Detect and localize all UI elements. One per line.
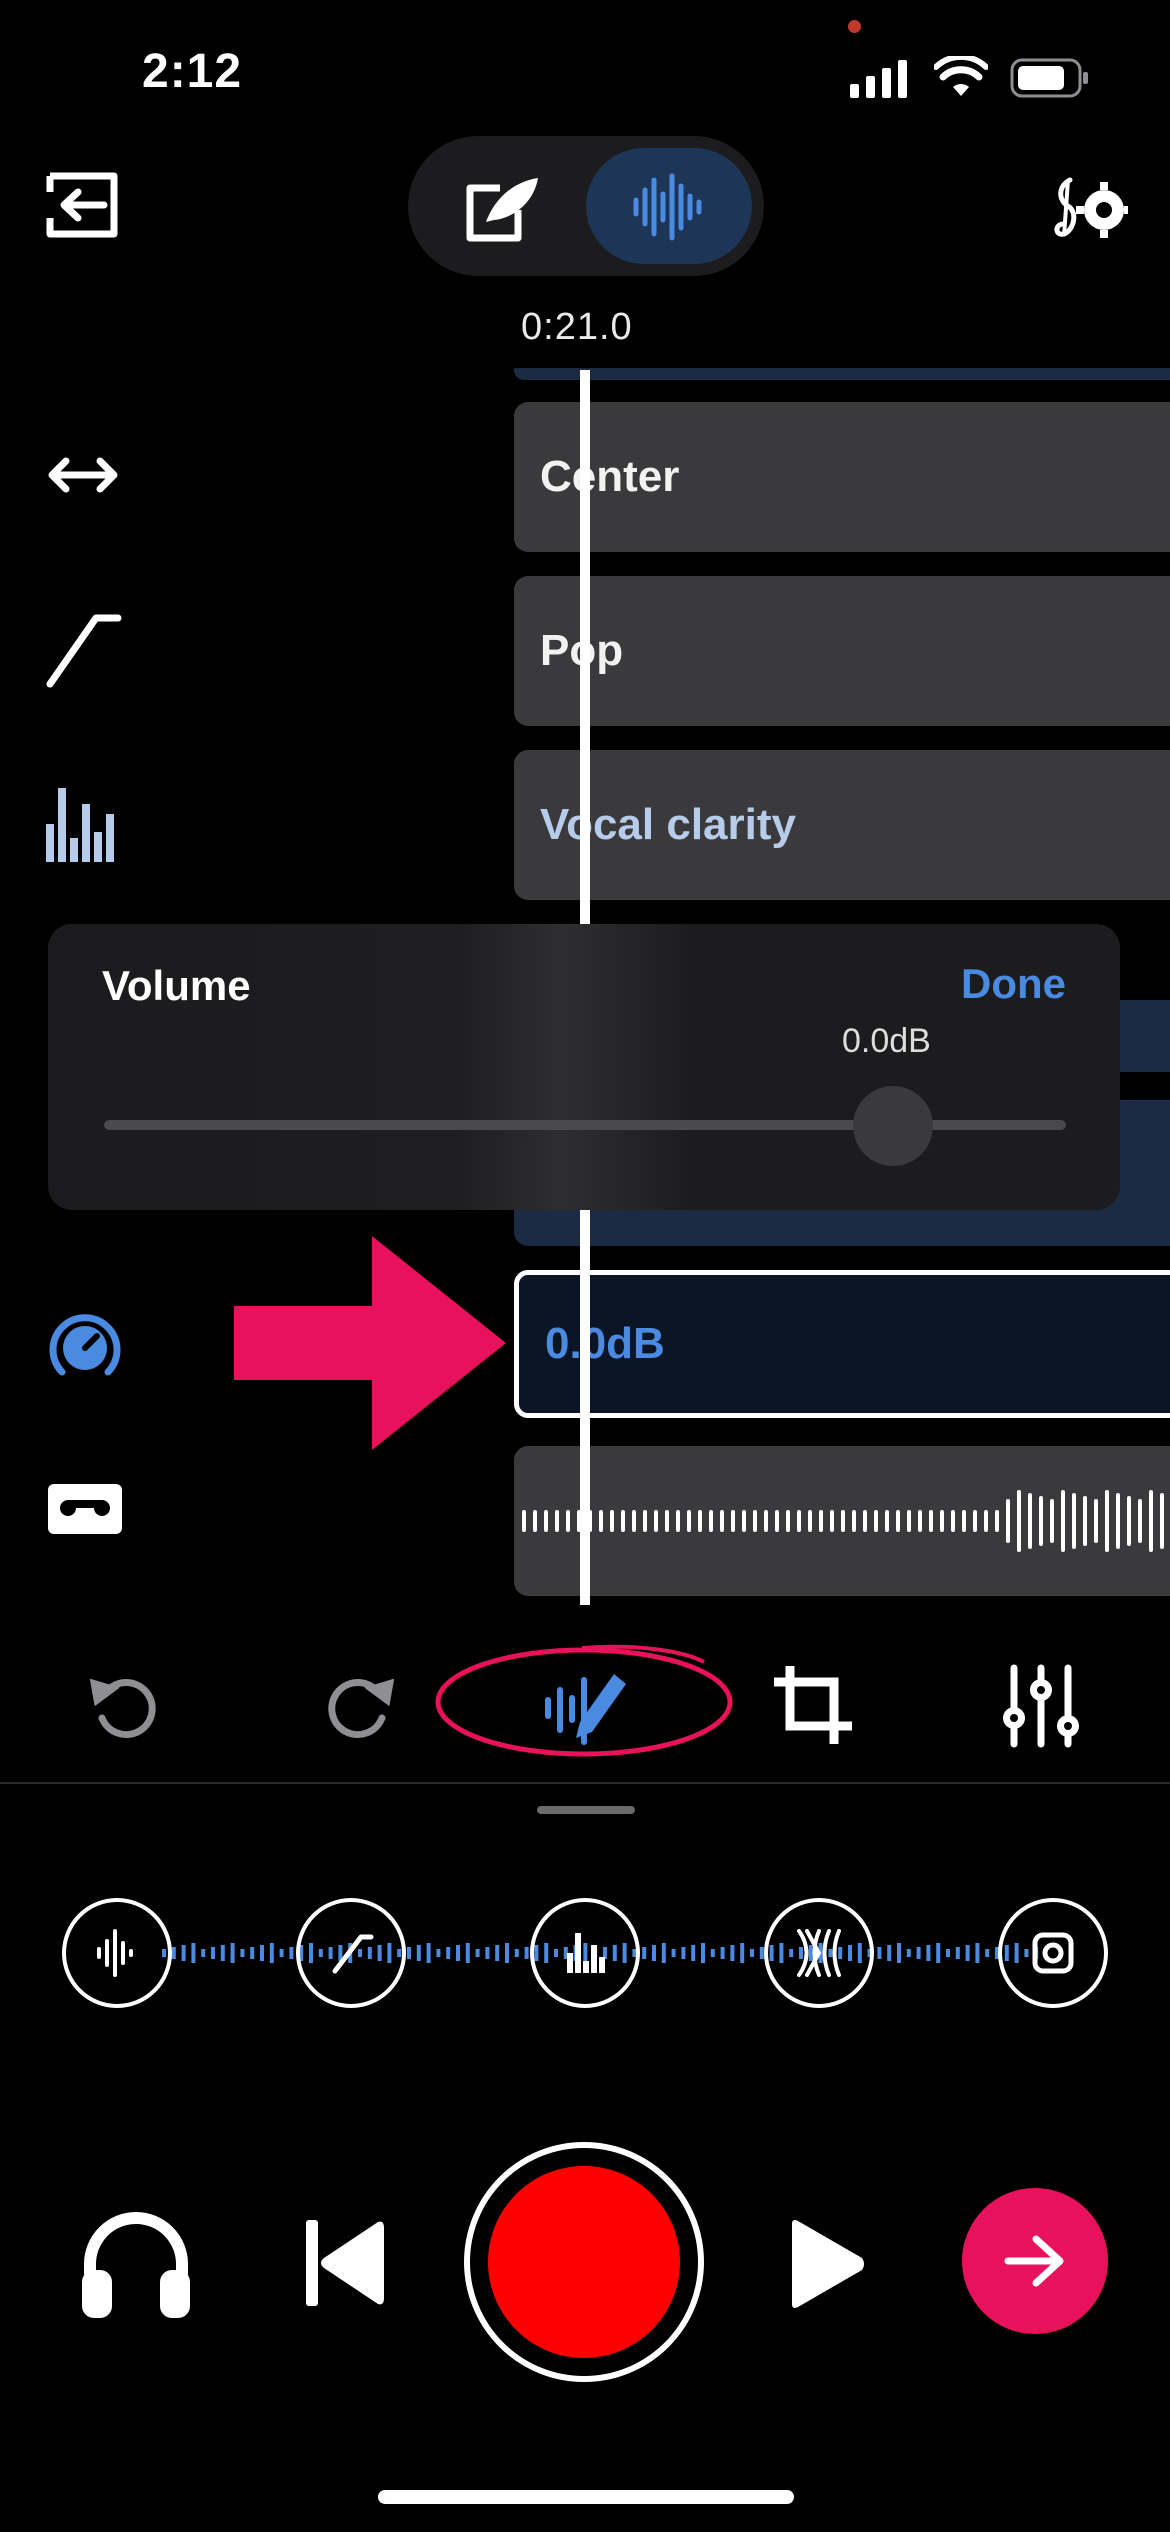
compressor-curve-icon[interactable]: [44, 610, 122, 688]
fx-limiter-button[interactable]: [998, 1898, 1108, 2008]
record-icon[interactable]: [488, 2166, 680, 2358]
volume-slider-thumb[interactable]: [852, 1086, 933, 1166]
track-volume-selected[interactable]: 0.0dB: [514, 1270, 1170, 1418]
volume-popup: Volume Done 0.0dB: [48, 924, 1120, 1210]
mixer-sliders-icon[interactable]: [996, 1660, 1086, 1750]
skip-back-icon[interactable]: [306, 2218, 384, 2308]
annotation-circle: [435, 1644, 733, 1757]
panel-divider: [0, 1782, 1170, 1784]
play-icon[interactable]: [786, 2218, 866, 2310]
recording-indicator-dot: [848, 20, 861, 33]
popup-title: Volume: [102, 962, 251, 1009]
fx-reverb-button[interactable]: [764, 1898, 874, 2008]
wifi-icon: [934, 56, 988, 96]
playhead-timecode: 0:21.0: [521, 306, 633, 348]
headphones-icon[interactable]: [78, 2206, 194, 2320]
limiter-icon: [1032, 1932, 1074, 1974]
cellular-signal-icon: [850, 60, 907, 98]
fx-noise-gate-button[interactable]: [62, 1898, 172, 2008]
compressor-icon: [332, 1934, 374, 1974]
home-indicator: [378, 2490, 794, 2504]
noise-gate-icon: [97, 1929, 133, 1977]
crop-icon[interactable]: [768, 1660, 858, 1750]
track-audio-recording[interactable]: [514, 1446, 1170, 1596]
track-label: Vocal clarity: [540, 800, 796, 849]
sheet-grabber[interactable]: [537, 1806, 635, 1814]
track-eq[interactable]: Vocal clarity: [514, 750, 1170, 900]
track-compressor[interactable]: Pop: [514, 576, 1170, 726]
music-settings-icon[interactable]: [1050, 176, 1128, 240]
fx-eq-button[interactable]: [530, 1898, 640, 2008]
next-button[interactable]: [962, 2188, 1108, 2334]
exit-icon[interactable]: [46, 172, 118, 238]
annotation-arrow: [234, 1236, 506, 1450]
track-label: 0.0dB: [545, 1319, 665, 1368]
done-button[interactable]: Done: [961, 960, 1066, 1008]
battery-icon: [1010, 58, 1088, 98]
tape-icon[interactable]: [48, 1484, 122, 1534]
volume-value-label: 0.0dB: [842, 1022, 931, 1060]
reverb-icon: [797, 1929, 841, 1977]
next-arrow-icon: [1004, 2235, 1064, 2287]
status-time: 2:12: [142, 45, 243, 98]
track-strip-partial: [514, 368, 1170, 380]
track-label: Center: [540, 452, 680, 501]
audio-waveform: [522, 1490, 1164, 1552]
undo-icon[interactable]: [82, 1660, 172, 1750]
volume-knob-icon[interactable]: [48, 1308, 122, 1382]
equalizer-icon[interactable]: [44, 784, 122, 862]
redo-icon[interactable]: [312, 1660, 402, 1750]
fx-compressor-button[interactable]: [296, 1898, 406, 2008]
compose-icon[interactable]: [464, 174, 542, 244]
waveform-icon[interactable]: [632, 172, 706, 242]
track-panning[interactable]: Center: [514, 402, 1170, 552]
stereo-width-icon[interactable]: [44, 436, 122, 514]
eq-icon: [567, 1933, 605, 1973]
